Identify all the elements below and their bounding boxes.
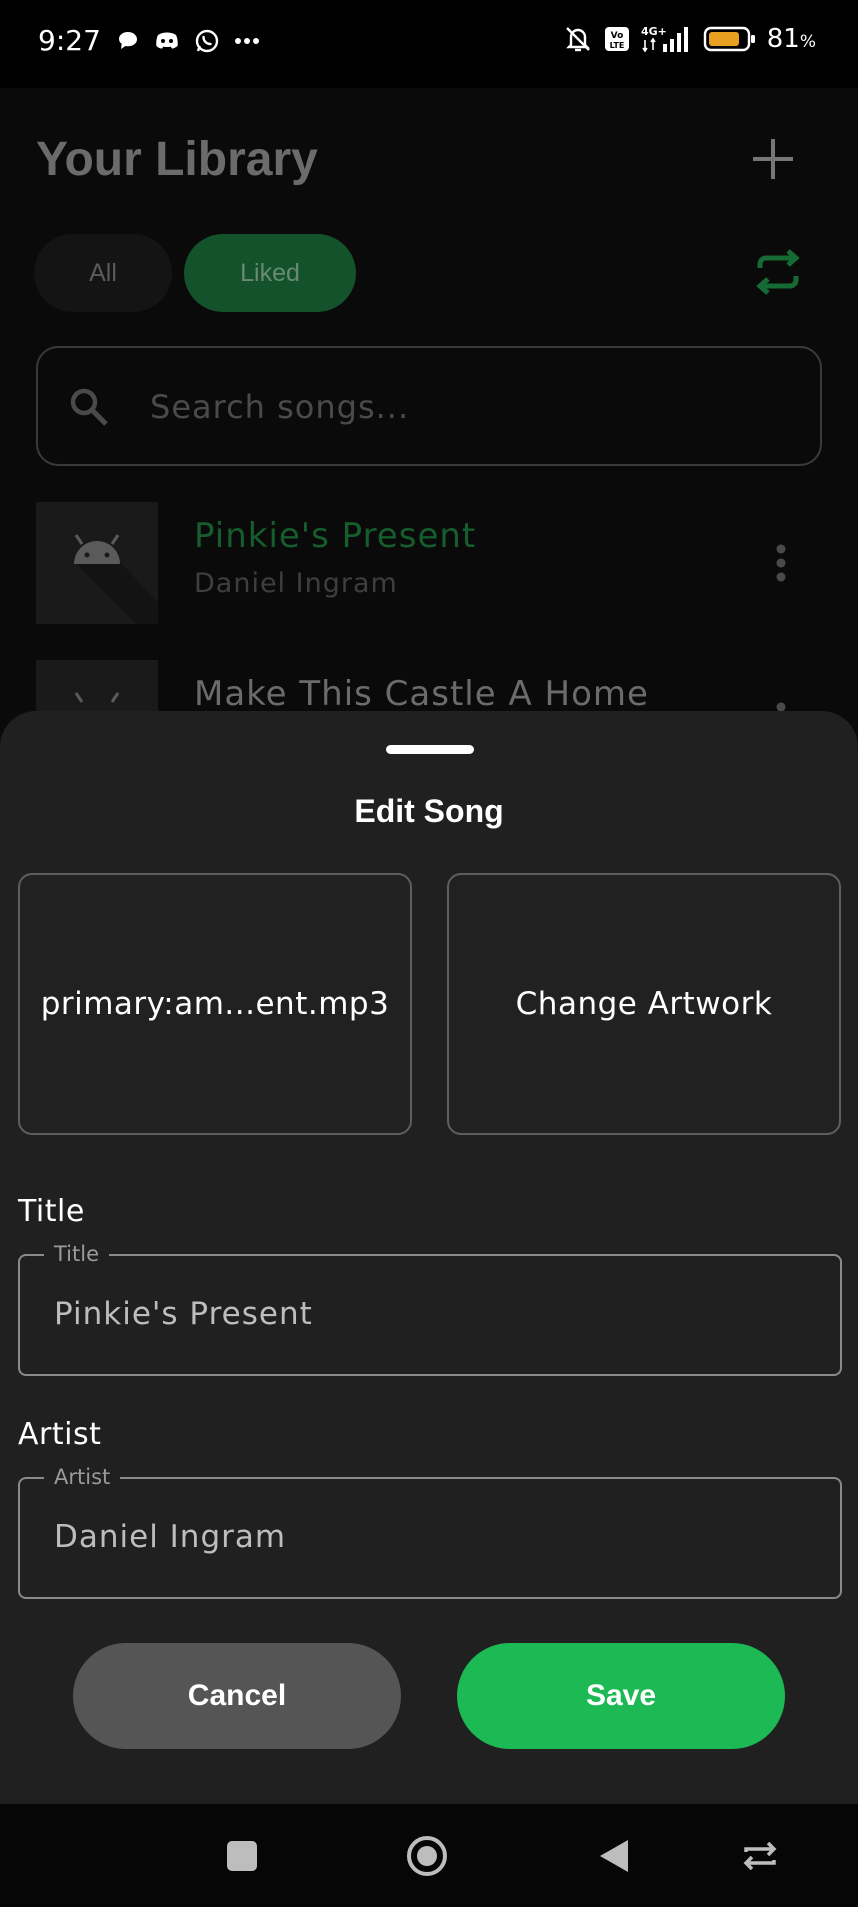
android-icon — [74, 534, 158, 624]
back-triangle-icon[interactable] — [592, 1834, 636, 1878]
song-row[interactable]: Pinkie's Present Daniel Ingram — [36, 502, 822, 624]
page-title: Your Library — [36, 133, 318, 186]
svg-text:LTE: LTE — [609, 41, 624, 50]
status-bar: 9:27 Vo LTE 4G+ 81% — [0, 0, 858, 88]
title-field-value: Pinkie's Present — [54, 1296, 313, 1332]
select-file-button[interactable]: primary:am...ent.mp3 — [18, 873, 412, 1135]
edit-song-sheet: Edit Song primary:am...ent.mp3 Change Ar… — [0, 711, 858, 1804]
drag-handle[interactable] — [386, 745, 474, 754]
status-time: 9:27 — [38, 24, 101, 57]
sheet-title: Edit Song — [354, 793, 504, 829]
svg-text:4G+: 4G+ — [641, 25, 667, 38]
title-field[interactable]: Title Pinkie's Present — [18, 1242, 842, 1376]
volte-icon: VoLTE — [604, 27, 629, 51]
svg-text:Vo: Vo — [610, 31, 623, 41]
battery-icon — [703, 26, 755, 52]
save-button[interactable]: Save — [457, 1643, 785, 1749]
whatsapp-icon — [195, 29, 219, 53]
battery-level: 81% — [766, 24, 816, 54]
filter-chip-all[interactable]: All — [34, 234, 172, 312]
artist-field-label: Artist — [18, 1417, 102, 1452]
song-artwork — [36, 502, 158, 624]
more-dots-icon — [235, 38, 259, 44]
switch-app-icon[interactable] — [738, 1834, 782, 1878]
cancel-button[interactable]: Cancel — [73, 1643, 401, 1749]
search-input[interactable]: Search songs... — [36, 346, 822, 466]
song-title: Make This Castle A Home — [194, 674, 649, 714]
artist-field-value: Daniel Ingram — [54, 1519, 287, 1555]
change-artwork-button[interactable]: Change Artwork — [447, 873, 841, 1135]
notification-icons — [116, 28, 260, 54]
search-icon — [70, 388, 108, 426]
title-field-legend: Title — [44, 1242, 110, 1266]
search-placeholder: Search songs... — [150, 388, 410, 426]
artist-field-legend: Artist — [44, 1465, 121, 1489]
title-field-label: Title — [18, 1194, 85, 1229]
more-vert-icon[interactable] — [776, 544, 786, 582]
song-title: Pinkie's Present — [194, 516, 477, 556]
home-circle-icon[interactable] — [405, 1834, 449, 1878]
add-icon[interactable] — [750, 136, 796, 182]
chat-bubble-icon — [119, 32, 137, 49]
signal-4g-icon: 4G+ — [641, 25, 688, 53]
repeat-icon[interactable] — [750, 248, 806, 296]
filter-chip-liked[interactable]: Liked — [184, 234, 356, 312]
artist-field[interactable]: Artist Daniel Ingram — [18, 1465, 842, 1599]
discord-icon — [156, 32, 178, 49]
song-artist: Daniel Ingram — [194, 568, 398, 599]
bell-muted-icon — [565, 27, 590, 52]
recents-square-icon[interactable] — [220, 1834, 264, 1878]
system-status: Vo LTE 4G+ 81% — [563, 24, 816, 54]
system-nav-bar — [0, 1804, 858, 1907]
